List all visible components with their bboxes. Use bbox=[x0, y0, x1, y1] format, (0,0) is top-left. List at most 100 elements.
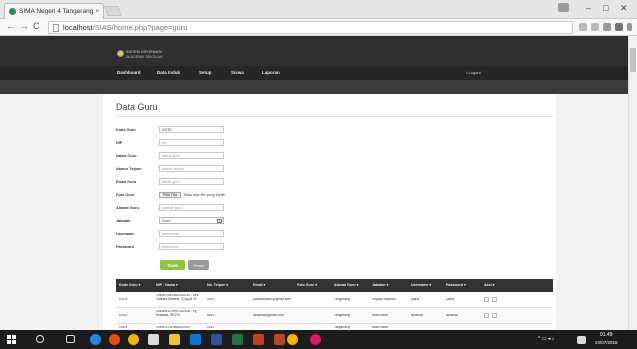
table-row: G001 198907081982032010 - Drs. Juanda Si… bbox=[116, 292, 553, 308]
cell-password: isnaeda bbox=[446, 314, 458, 317]
menu-dashboard[interactable]: Dashboard bbox=[117, 70, 141, 75]
email-guru-field[interactable]: email guru bbox=[159, 178, 224, 185]
minimize-button[interactable]: – bbox=[586, 3, 591, 13]
kode-guru-field[interactable]: G0T8 bbox=[159, 126, 224, 133]
brand-line-2: AKADEMIK SEKOLAH bbox=[126, 55, 163, 59]
cell-nip-nama: 198907081982032010 - Drs. Juanda Siabetz… bbox=[156, 294, 200, 301]
col-aksi[interactable]: Aksi ▾ bbox=[484, 283, 494, 287]
forward-button[interactable]: → bbox=[20, 21, 29, 31]
tab-close-icon[interactable]: × bbox=[95, 9, 99, 15]
save-button[interactable]: Save bbox=[160, 260, 185, 270]
col-kode-guru[interactable]: Kode Guru ▾ bbox=[119, 283, 140, 287]
col-foto-guru[interactable]: Foto Guru ▾ bbox=[297, 283, 317, 287]
chrome-icon[interactable] bbox=[128, 334, 139, 345]
calculator-icon[interactable] bbox=[148, 334, 159, 345]
maximize-button[interactable]: □ bbox=[603, 3, 608, 13]
scrollbar-thumb[interactable] bbox=[630, 48, 636, 72]
reset-button[interactable]: Reset bbox=[188, 260, 209, 270]
title-divider bbox=[116, 116, 553, 117]
page-scrollbar[interactable] bbox=[628, 36, 637, 330]
password-field[interactable]: password bbox=[159, 243, 224, 250]
clock-time[interactable]: 01.49 bbox=[600, 332, 613, 338]
edge-icon[interactable] bbox=[90, 334, 101, 345]
logout-link[interactable]: • Logout bbox=[466, 70, 481, 75]
col-email[interactable]: Email ▾ bbox=[253, 283, 265, 287]
cell-email: juandasiabet@gmail.com bbox=[253, 298, 292, 301]
chrome-menu-icon[interactable] bbox=[615, 23, 623, 31]
brand-line-1: SISTEM INFORMASI bbox=[126, 50, 162, 54]
windows-start-icon[interactable] bbox=[7, 335, 16, 344]
tray-icons[interactable]: ^ ▭ ◂ ♪ bbox=[538, 336, 554, 342]
browser-tab[interactable]: SIMA Negeri 4 Tangerang × bbox=[4, 3, 104, 19]
windows-taskbar: ^ ▭ ◂ ♪ 01.49 24/07/2016 bbox=[0, 330, 637, 349]
url-input[interactable]: localhost /SIAS/home.php?page=guru bbox=[48, 21, 573, 34]
nama-guru-label: Nama Guru bbox=[116, 154, 137, 158]
address-bar-row: ← → C localhost /SIAS/home.php?page=guru bbox=[0, 19, 637, 36]
page-title: Data Guru bbox=[116, 102, 158, 112]
access-icon[interactable] bbox=[274, 334, 285, 345]
school-logo-icon bbox=[117, 50, 124, 57]
col-username[interactable]: Username ▾ bbox=[411, 283, 431, 287]
cell-nip-nama: 198304121997032008 - Hj. Isnaeda, SE.Pd bbox=[156, 310, 198, 317]
firefox-icon[interactable] bbox=[109, 334, 120, 345]
col-nip-nama[interactable]: NIP - Nama ▾ bbox=[156, 283, 178, 287]
search-icon[interactable] bbox=[36, 335, 44, 343]
jabatan-label: Jabatan bbox=[116, 219, 131, 223]
password-label: Password bbox=[116, 245, 134, 249]
menu-setup[interactable]: Setup bbox=[199, 70, 212, 75]
choose-file-button[interactable]: Pilih File bbox=[159, 192, 182, 198]
close-window-button[interactable]: ✕ bbox=[620, 3, 628, 14]
cell-jabatan: Kepala Sekolah bbox=[372, 298, 396, 301]
jabatan-selected-value: Guru bbox=[162, 218, 171, 223]
menu-data-induk[interactable]: Data Induk bbox=[157, 70, 180, 75]
cell-kode: G002 bbox=[119, 314, 128, 317]
store-icon[interactable] bbox=[190, 334, 201, 345]
edit-icon[interactable] bbox=[492, 297, 497, 302]
file-explorer-icon[interactable] bbox=[169, 334, 180, 345]
app-pink-icon[interactable] bbox=[310, 334, 321, 345]
zoom-icon[interactable] bbox=[579, 23, 587, 31]
col-alamat-guru[interactable]: Alamat Guru ▾ bbox=[334, 283, 358, 287]
excel-icon[interactable] bbox=[232, 334, 243, 345]
favicon-icon bbox=[9, 8, 16, 15]
cell-jabatan: Wali Kelas bbox=[372, 314, 388, 317]
clock-date[interactable]: 24/07/2016 bbox=[595, 340, 618, 345]
cell-username: juana bbox=[411, 298, 420, 301]
profile-icon[interactable] bbox=[558, 3, 569, 12]
task-view-icon[interactable] bbox=[66, 335, 75, 343]
extension-icon[interactable] bbox=[603, 23, 611, 31]
url-host: localhost bbox=[63, 23, 93, 32]
nama-guru-field[interactable]: nama guru bbox=[159, 152, 224, 159]
notification-icon[interactable] bbox=[577, 336, 586, 344]
nip-label: NIP bbox=[116, 141, 123, 145]
jabatan-select[interactable]: Guru ▾ bbox=[159, 217, 224, 224]
foto-guru-label: Foto Guru bbox=[116, 193, 135, 197]
col-no-telpon[interactable]: No. Telpon ▾ bbox=[207, 283, 228, 287]
table-header: Kode Guru ▾ NIP - Nama ▾ No. Telpon ▾ Em… bbox=[116, 279, 553, 292]
new-tab-button[interactable] bbox=[104, 6, 122, 16]
bookmark-star-icon[interactable] bbox=[591, 23, 599, 31]
browser-tab-bar: SIMA Negeri 4 Tangerang × – □ ✕ bbox=[0, 0, 637, 19]
back-button[interactable]: ← bbox=[6, 21, 15, 31]
alamat-guru-field[interactable]: alamat guru bbox=[159, 204, 224, 211]
table-row: G002 198304121997032008 - Hj. Isnaeda, S… bbox=[116, 308, 553, 324]
powerpoint-icon[interactable] bbox=[253, 334, 264, 345]
username-field[interactable]: username bbox=[159, 230, 224, 237]
reload-button[interactable]: C bbox=[33, 21, 40, 31]
nomor-telpon-field[interactable]: nomor telpon bbox=[159, 165, 224, 172]
chrome-running-icon[interactable] bbox=[287, 334, 298, 345]
download-icon[interactable] bbox=[627, 23, 632, 31]
tab-title: SIMA Negeri 4 Tangerang bbox=[19, 8, 94, 15]
delete-icon[interactable] bbox=[484, 297, 489, 302]
nomor-telpon-label: Nomor Telpon bbox=[116, 167, 142, 171]
menu-laporan[interactable]: Laporan bbox=[262, 70, 280, 75]
web-page: SISTEM INFORMASI AKADEMIK SEKOLAH Dashbo… bbox=[0, 36, 628, 330]
edit-icon[interactable] bbox=[492, 313, 497, 318]
nip-field[interactable]: nip bbox=[159, 139, 224, 146]
col-jabatan[interactable]: Jabatan ▾ bbox=[372, 283, 388, 287]
word-icon[interactable] bbox=[211, 334, 222, 345]
cell-kode: G001 bbox=[119, 298, 128, 301]
col-password[interactable]: Password ▾ bbox=[446, 283, 466, 287]
delete-icon[interactable] bbox=[484, 313, 489, 318]
menu-siswa[interactable]: Siswa bbox=[231, 70, 244, 75]
